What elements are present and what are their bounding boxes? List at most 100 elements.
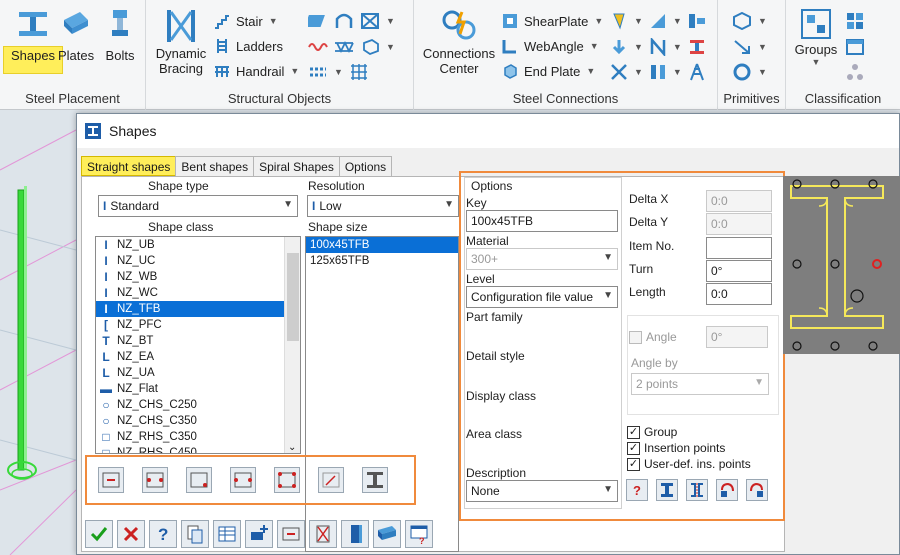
insertion-points-checkbox-box[interactable]: ✓ xyxy=(627,441,640,455)
n-brace-icon[interactable] xyxy=(649,38,667,56)
angle-input[interactable]: 0° xyxy=(706,326,768,348)
primitive-dropdown-3[interactable]: ▼ xyxy=(758,67,767,77)
shape-class-scrollbar[interactable]: ⌄ xyxy=(284,237,300,453)
gusset-icon[interactable] xyxy=(649,12,667,30)
list-item[interactable]: 125x65TFB xyxy=(306,253,458,269)
list-item[interactable]: I NZ_UB xyxy=(96,237,300,253)
web-angle-dropdown-icon[interactable]: ▼ xyxy=(590,41,599,51)
group-checkbox[interactable]: ✓ Group xyxy=(627,425,677,439)
primitive-dropdown-1[interactable]: ▼ xyxy=(758,16,767,26)
item-no-input[interactable] xyxy=(706,237,772,259)
ok-button[interactable] xyxy=(85,520,113,548)
connection-dropdown-1[interactable]: ▼ xyxy=(634,16,643,26)
help-profile-button[interactable]: ? xyxy=(626,479,648,501)
line-arrow-icon[interactable] xyxy=(732,38,752,56)
mesh-icon[interactable] xyxy=(349,63,369,81)
end-plate-button[interactable]: End Plate ▼ xyxy=(502,63,595,79)
key-input[interactable]: 100x45TFB xyxy=(466,210,618,232)
cross-arrow-icon[interactable] xyxy=(610,63,628,81)
angle-checkbox[interactable]: Angle xyxy=(629,330,677,344)
connection-dropdown-2[interactable]: ▼ xyxy=(673,16,682,26)
handrail-button[interactable]: Handrail ▼ xyxy=(214,63,299,79)
insert-sides-button[interactable] xyxy=(142,467,168,493)
beam-button[interactable] xyxy=(373,520,401,548)
web-angle-button[interactable]: WebAngle ▼ xyxy=(502,38,599,54)
primitive-dropdown-2[interactable]: ▼ xyxy=(758,42,767,52)
structural-more-dropdown-2[interactable]: ▼ xyxy=(386,42,395,52)
delta-x-input[interactable]: 0:0 xyxy=(706,190,772,212)
shape-class-list[interactable]: I NZ_UB I NZ_UC I NZ_WB I NZ_WC I NZ_TFB[NZ_PFC T N… xyxy=(95,236,301,454)
cube-outline-icon[interactable] xyxy=(360,38,380,56)
tower-icon[interactable] xyxy=(688,63,706,81)
description-select[interactable]: None ▼ xyxy=(466,480,618,502)
grid-classes-icon[interactable] xyxy=(846,12,864,30)
plates-button[interactable]: Plates xyxy=(58,8,94,63)
dynamic-bracing-button[interactable]: Dynamic Bracing xyxy=(150,8,212,76)
scrollbar-thumb[interactable] xyxy=(287,253,299,341)
stair-dropdown-icon[interactable]: ▼ xyxy=(269,16,278,26)
user-def-checkbox-box[interactable]: ✓ xyxy=(627,457,640,471)
insert-all-corners-button[interactable] xyxy=(274,467,300,493)
level-select[interactable]: Configuration file value ▼ xyxy=(466,286,618,308)
structural-more-dropdown-1[interactable]: ▼ xyxy=(386,16,395,26)
cancel-button[interactable] xyxy=(117,520,145,548)
column-button[interactable] xyxy=(341,520,369,548)
list-item[interactable]: [NZ_PFC xyxy=(96,317,300,333)
double-column-icon[interactable] xyxy=(649,63,667,81)
handrail-dropdown-icon[interactable]: ▼ xyxy=(290,66,299,76)
tab-spiral-shapes[interactable]: Spiral Shapes xyxy=(253,156,340,176)
resolution-select[interactable]: I Low ▼ xyxy=(307,195,459,217)
list-item[interactable]: I NZ_UC xyxy=(96,253,300,269)
help-button[interactable]: ? xyxy=(149,520,177,548)
profile-rotate-button[interactable] xyxy=(656,479,678,501)
list-item[interactable]: □ NZ_RHS_C450 xyxy=(96,445,300,453)
scroll-down-icon[interactable]: ⌄ xyxy=(288,442,296,453)
truss-icon[interactable] xyxy=(334,38,354,56)
length-input[interactable]: 0:0 xyxy=(706,283,772,305)
list-item[interactable]: T NZ_BT xyxy=(96,333,300,349)
connection-dropdown-6[interactable]: ▼ xyxy=(673,67,682,77)
arrow-down-icon[interactable] xyxy=(610,38,628,56)
table-button[interactable] xyxy=(213,520,241,548)
cube-icon[interactable] xyxy=(732,12,752,30)
insert-corner-button[interactable] xyxy=(186,467,212,493)
bolts-button[interactable]: Bolts xyxy=(100,8,140,63)
angle-checkbox-box[interactable] xyxy=(629,330,642,344)
preview-help-button[interactable]: ? xyxy=(405,520,433,548)
end-plate-dropdown-icon[interactable]: ▼ xyxy=(586,66,595,76)
insert-profile-button[interactable] xyxy=(362,467,388,493)
tab-straight-shapes[interactable]: Straight shapes xyxy=(81,156,177,176)
shear-plate-button[interactable]: ShearPlate ▼ xyxy=(502,13,603,29)
insertion-point-button[interactable] xyxy=(277,520,305,548)
ladders-button[interactable]: Ladders xyxy=(214,38,283,54)
add-shape-button[interactable] xyxy=(245,520,273,548)
stiffener-icon[interactable] xyxy=(688,38,706,56)
list-item[interactable]: I NZ_TFB xyxy=(96,301,300,317)
user-def-checkbox[interactable]: ✓ User-def. ins. points xyxy=(627,457,751,471)
green-column[interactable] xyxy=(17,189,25,471)
rotate-left-button[interactable] xyxy=(716,479,738,501)
delta-y-input[interactable]: 0:0 xyxy=(706,213,772,235)
connection-dropdown-4[interactable]: ▼ xyxy=(673,42,682,52)
insert-custom-button[interactable] xyxy=(318,467,344,493)
dialog-titlebar[interactable]: Shapes xyxy=(77,114,899,148)
tab-bent-shapes[interactable]: Bent shapes xyxy=(175,156,255,176)
shear-plate-dropdown-icon[interactable]: ▼ xyxy=(594,16,603,26)
list-item[interactable]: I NZ_WC xyxy=(96,285,300,301)
list-item[interactable]: 100x45TFB xyxy=(306,237,458,253)
list-item[interactable]: ○ NZ_CHS_C250 xyxy=(96,397,300,413)
structural-more-dropdown-3[interactable]: ▼ xyxy=(334,67,343,77)
window-class-icon[interactable] xyxy=(846,38,864,56)
group-checkbox-box[interactable]: ✓ xyxy=(627,425,640,439)
angle-by-select[interactable]: 2 points ▼ xyxy=(631,373,769,395)
insert-mid-button[interactable] xyxy=(230,467,256,493)
mirror-button[interactable] xyxy=(686,479,708,501)
rebar-icon[interactable] xyxy=(308,63,328,81)
wave-icon[interactable] xyxy=(308,38,328,56)
list-item[interactable]: L NZ_UA xyxy=(96,365,300,381)
list-item[interactable]: L NZ_EA xyxy=(96,349,300,365)
arch-icon[interactable] xyxy=(334,12,354,30)
material-select[interactable]: 300+ ▼ xyxy=(466,248,618,270)
shape-type-select[interactable]: I Standard ▼ xyxy=(98,195,298,217)
torus-icon[interactable] xyxy=(732,63,752,81)
